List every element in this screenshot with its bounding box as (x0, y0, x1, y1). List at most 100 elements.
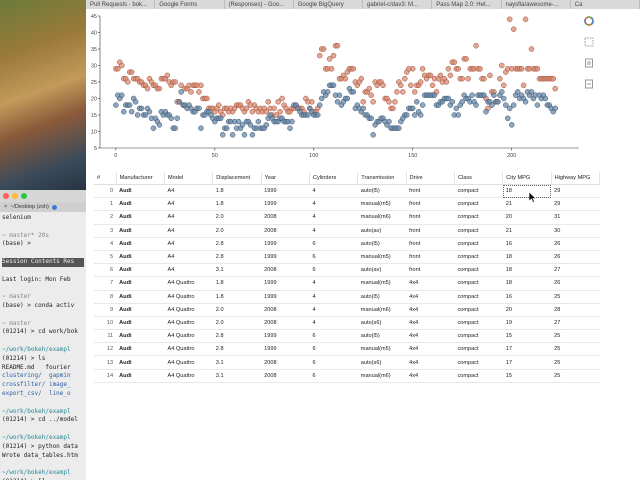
column-header[interactable]: Displacement (212, 172, 262, 185)
minimize-dot-icon[interactable] (12, 193, 18, 199)
table-cell[interactable]: 4x4 (406, 342, 455, 357)
table-cell[interactable]: 15 (502, 369, 552, 383)
table-cell[interactable]: 4x4 (406, 316, 455, 331)
table-cell[interactable]: auto(l5) (357, 184, 407, 199)
table-cell[interactable]: A4 Quattro (164, 369, 213, 383)
table-cell[interactable]: 18 (502, 276, 552, 291)
table-row[interactable]: 0 Audi A4 1.8 1999 4 auto(l5) front compact 18 29 (94, 184, 600, 199)
table-cell[interactable]: 4 (309, 184, 358, 199)
table-cell[interactable]: 26 (551, 276, 600, 291)
column-header[interactable]: Highway MPG (551, 172, 601, 185)
table-cell[interactable]: 21 (502, 197, 552, 212)
table-cell[interactable]: front (406, 184, 455, 199)
table-cell[interactable]: A4 Quattro (164, 342, 213, 357)
table-cell[interactable]: 2008 (261, 316, 310, 331)
table-cell[interactable]: 1999 (261, 342, 310, 357)
table-cell[interactable]: A4 (164, 224, 213, 238)
table-row[interactable]: 1 Audi A4 1.8 1999 4 manual(m5) front compact 21 2… (94, 197, 600, 212)
table-cell[interactable]: auto(av) (357, 263, 407, 278)
table-cell[interactable]: front (406, 237, 455, 251)
table-cell[interactable]: 1.8 (212, 290, 262, 304)
table-cell[interactable]: 6 (309, 355, 358, 370)
table-row[interactable]: 12 Audi A4 Quattro 2.8 1999 6 manual(m5) 4x4 com… (94, 342, 600, 357)
terminal-tab-title[interactable]: ~/Desktop (zsh) (10, 204, 49, 210)
table-cell[interactable]: 4x4 (406, 290, 455, 304)
terminal-window[interactable]: × ~/Desktop (zsh) selenium ~ master* 20s… (0, 190, 86, 480)
table-cell[interactable]: auto(l5) (357, 290, 407, 304)
table-cell[interactable]: 1999 (261, 237, 310, 251)
table-cell[interactable]: 27 (551, 316, 600, 331)
table-cell[interactable]: 20 (502, 303, 552, 317)
table-cell[interactable]: 2.8 (212, 329, 262, 344)
bokeh-logo-icon[interactable] (584, 16, 594, 26)
table-cell[interactable]: front (406, 250, 455, 265)
table-cell[interactable]: 17 (502, 342, 552, 357)
table-cell[interactable]: 20 (502, 210, 552, 225)
table-cell[interactable]: Audi (116, 250, 165, 265)
table-cell[interactable]: compact (454, 237, 503, 251)
table-cell[interactable]: 1.8 (212, 184, 262, 199)
table-cell[interactable]: 31 (551, 210, 600, 225)
table-cell[interactable]: Audi (116, 329, 165, 344)
browser-tab[interactable]: Google BigQuery (294, 0, 363, 9)
table-cell[interactable]: compact (454, 276, 503, 291)
table-cell[interactable]: 2.0 (212, 316, 262, 331)
table-cell[interactable]: 2008 (261, 303, 310, 317)
table-cell[interactable]: 4 (309, 303, 358, 317)
table-cell[interactable]: manual(m5) (357, 197, 407, 212)
table-cell[interactable]: 1999 (261, 250, 310, 265)
table-cell[interactable]: Audi (116, 197, 165, 212)
browser-tab[interactable]: Pull Requests · bok... (86, 0, 156, 9)
table-cell[interactable]: 6 (309, 250, 358, 265)
table-row[interactable]: 2 Audi A4 2.0 2008 4 manual(m6) front compact 20 3… (94, 210, 600, 225)
table-cell[interactable]: 2008 (261, 210, 310, 225)
table-cell[interactable]: compact (454, 224, 503, 238)
table-cell[interactable]: 1.8 (212, 197, 262, 212)
table-cell[interactable]: Audi (116, 224, 165, 238)
table-cell[interactable]: 15 (502, 329, 552, 344)
table-cell[interactable]: 2.8 (212, 342, 262, 357)
table-cell[interactable]: Audi (116, 303, 165, 317)
table-cell[interactable]: auto(l5) (357, 237, 407, 251)
table-cell[interactable]: 6 (309, 329, 358, 344)
table-cell[interactable]: front (406, 210, 455, 225)
table-cell[interactable]: compact (454, 329, 503, 344)
table-cell[interactable]: 2.0 (212, 210, 262, 225)
table-cell[interactable]: 18 (502, 250, 552, 265)
table-cell[interactable]: 29 (551, 184, 600, 199)
table-cell[interactable]: compact (454, 303, 503, 317)
table-cell[interactable]: A4 (164, 210, 213, 225)
table-cell[interactable]: 6 (309, 263, 358, 278)
table-cell[interactable]: compact (454, 342, 503, 357)
table-cell[interactable]: Audi (116, 355, 165, 370)
table-cell[interactable]: A4 Quattro (164, 329, 213, 344)
table-cell[interactable]: 4 (309, 276, 358, 291)
table-cell[interactable]: auto(av) (357, 224, 407, 238)
table-row[interactable]: 5 Audi A4 2.8 1999 6 manual(m5) front compact 18 2… (94, 250, 600, 265)
table-cell[interactable]: Audi (116, 184, 165, 199)
table-cell[interactable]: 25 (551, 369, 600, 383)
table-cell[interactable]: A4 (164, 263, 213, 278)
browser-tab[interactable]: Pass Map 2.0: Het... (432, 0, 502, 9)
table-row[interactable]: 13 Audi A4 Quattro 3.1 2008 6 auto(s6) 4x4 compa… (94, 355, 600, 370)
table-cell[interactable]: Audi (116, 276, 165, 291)
table-cell[interactable]: auto(s6) (357, 355, 407, 370)
pan-tool-icon[interactable] (584, 37, 594, 47)
table-cell[interactable]: 18 (502, 263, 552, 278)
table-cell[interactable]: 4x4 (406, 276, 455, 291)
table-cell[interactable]: front (406, 197, 455, 212)
column-header[interactable]: Manufacturer (116, 172, 165, 185)
table-cell[interactable]: 4x4 (406, 369, 455, 383)
table-cell[interactable]: A4 Quattro (164, 355, 213, 370)
table-cell[interactable]: 4 (309, 210, 358, 225)
table-cell[interactable]: 1999 (261, 290, 310, 304)
table-cell[interactable]: 16 (502, 290, 552, 304)
table-cell[interactable]: 30 (551, 224, 600, 238)
table-cell[interactable]: 3.1 (212, 263, 262, 278)
table-row[interactable]: 3 Audi A4 2.0 2008 4 auto(av) front compact 21 30 (94, 224, 600, 238)
table-cell[interactable]: 25 (551, 342, 600, 357)
table-cell[interactable]: 26 (551, 237, 600, 251)
browser-tab[interactable]: naysfla/awesome-... (502, 0, 571, 9)
table-cell[interactable]: 16 (502, 237, 552, 251)
table-cell[interactable]: 2008 (261, 369, 310, 383)
